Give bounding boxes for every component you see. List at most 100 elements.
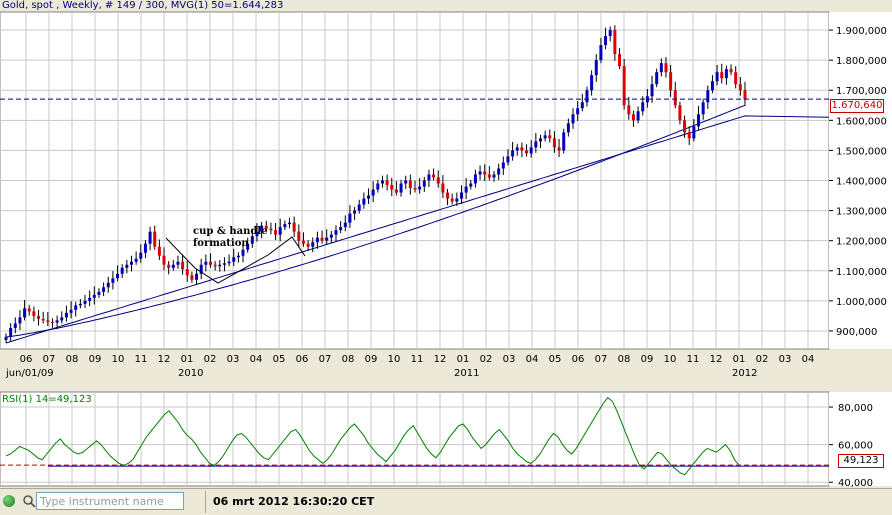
candle-body [339,227,343,231]
candle-body [580,102,584,109]
candle-body [525,150,529,154]
cup-handle-annotation: cup & handle formation [193,226,268,250]
candle-body [655,72,659,85]
candle-body [599,45,603,61]
candle-body [669,72,673,91]
candle-body [562,132,566,151]
candle-body [9,327,13,337]
instrument-search-input[interactable] [36,492,184,510]
candle-body [678,105,682,121]
candle-body [701,102,705,115]
candle-body [413,188,417,190]
rsi-axis-label: 80,000 [838,403,873,414]
year-label: 2011 [454,368,479,379]
candle-body [483,171,487,175]
candle-body [50,321,54,323]
candle-body [13,323,17,328]
rsi-chart: 40,000 60,000 80,000 [0,391,892,488]
candle-body [511,150,515,157]
candle-body [139,252,143,259]
candle-body [380,180,384,184]
candle-body [116,273,120,279]
year-label: jun/01/09 [5,368,54,379]
candle-body [613,30,617,55]
rsi-axis-label: 40,000 [838,478,873,488]
candle-body [594,60,598,76]
rsi-value-badge: 49,123 [838,454,884,468]
month-label: 03 [779,354,792,365]
candle-body [23,308,27,318]
candle-body [4,336,8,340]
candle-body [297,231,301,241]
candle-body [278,227,282,235]
candle-body [143,243,147,253]
candle-body [83,300,87,304]
candle-body [343,222,347,228]
price-chart: 900,000 1.000,000 1.100,000 1.200,000 1.300,… [0,11,892,379]
candle-body [334,230,338,235]
candle-body [301,240,305,244]
month-label: 01 [181,354,194,365]
rsi-header: RSI(1) 14=49,123 [2,394,92,405]
month-label: 01 [733,354,746,365]
price-axis-label: 1.000,000 [836,297,887,308]
candle-body [520,147,524,151]
candle-body [529,147,533,154]
candle-body [171,264,175,268]
candle-body [469,183,473,187]
month-label: 12 [710,354,723,365]
month-label: 04 [526,354,539,365]
candle-body [590,75,594,91]
candle-body [181,261,185,270]
candle-body [153,231,157,247]
month-label: 05 [273,354,286,365]
month-label: 01 [457,354,470,365]
month-label: 10 [112,354,125,365]
candle-body [148,231,152,244]
candle-body [125,264,129,268]
month-label: 05 [549,354,562,365]
candle-body [450,198,454,202]
month-label: 06 [572,354,585,365]
candle-body [585,90,589,103]
chart-title: Gold, spot , Weekly, # 149 / 300, MVG(1)… [2,0,284,11]
candle-body [218,264,222,267]
candle-body [552,138,556,148]
search-icon[interactable] [22,494,36,508]
candle-body [418,186,422,190]
candle-body [120,267,124,274]
price-axis-label: 1.200,000 [836,237,887,248]
month-label: 08 [618,354,631,365]
price-axis-label: 1.900,000 [836,26,887,37]
month-label: 04 [250,354,263,365]
candle-body [209,261,212,265]
candle-body [88,297,92,301]
price-axis-label: 1.600,000 [836,116,887,127]
candle-body [97,291,101,295]
candle-body [111,278,115,283]
candle-body [618,54,621,67]
candle-body [571,114,575,124]
candle-body [32,311,36,316]
price-axis-label: 1.400,000 [836,177,887,188]
candle-body [720,72,724,79]
candle-body [315,237,319,243]
month-label: 09 [641,354,654,365]
price-axis-label: 1.100,000 [836,267,887,278]
candle-body [102,287,106,292]
candle-body [311,242,315,247]
candle-body [650,84,654,97]
candle-body [325,237,329,241]
status-divider [205,491,206,513]
candle-body [436,177,440,184]
candle-body [604,36,608,46]
candle-body [129,261,133,265]
candle-body [404,180,408,184]
candle-body [213,264,217,267]
candle-body [706,90,710,103]
candle-body [715,72,719,82]
candle-body [636,111,640,121]
candle-body [288,222,292,225]
status-datetime: 06 mrt 2012 16:30:20 CET [213,495,375,508]
candle-body [427,174,431,181]
